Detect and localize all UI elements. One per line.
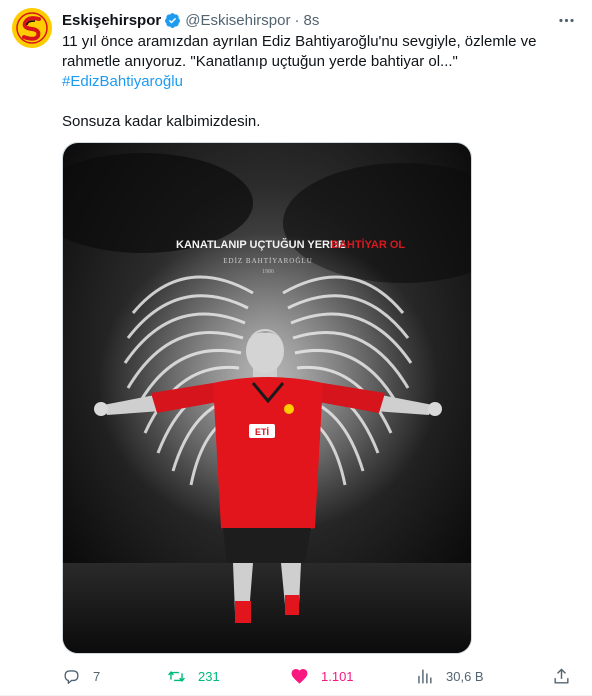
retweet-button[interactable]: 231 bbox=[167, 664, 220, 688]
heart-filled-icon bbox=[291, 668, 308, 684]
tweet-line: 11 yıl önce aramızdan ayrılan Ediz Bahti… bbox=[62, 33, 537, 50]
views-chart-icon bbox=[418, 668, 432, 684]
tweet-actions: 7 231 1.101 30,6 B bbox=[62, 664, 574, 688]
share-icon bbox=[554, 668, 569, 684]
retweet-count: 231 bbox=[198, 668, 220, 684]
hashtag-link[interactable]: #EdizBahtiyaroğlu bbox=[62, 72, 562, 92]
tweet: Eskişehirspor @Eskisehirspor · 8s 11 yıl… bbox=[0, 0, 592, 696]
tweet-time[interactable]: 8s bbox=[303, 12, 319, 29]
headline-text: KANATLANIP UÇTUĞUN YERDE bbox=[176, 238, 345, 251]
eskisehirspor-logo-icon bbox=[12, 8, 52, 48]
share-button[interactable] bbox=[552, 664, 571, 688]
reply-button[interactable]: 7 bbox=[62, 664, 100, 688]
memorial-image: KANATLANIP UÇTUĞUN YERDE BAHTİYAR OL EDİ… bbox=[63, 143, 471, 653]
more-options-button[interactable] bbox=[554, 8, 578, 32]
tweet-image[interactable]: KANATLANIP UÇTUĞUN YERDE BAHTİYAR OL EDİ… bbox=[62, 142, 472, 654]
headline-accent-text: BAHTİYAR OL bbox=[331, 238, 405, 251]
views-button[interactable]: 30,6 B bbox=[415, 664, 484, 688]
reply-count: 7 bbox=[93, 668, 101, 684]
tweet-line: Sonsuza kadar kalbimizdesin. bbox=[62, 113, 261, 130]
tweet-line: rahmetle anıyoruz. "Kanatlanıp uçtuğun y… bbox=[62, 53, 458, 70]
tweet-header: Eskişehirspor @Eskisehirspor · 8s bbox=[62, 10, 319, 30]
year-text: 1986 bbox=[262, 269, 274, 275]
views-count: 30,6 B bbox=[446, 668, 484, 684]
tweet-text: 11 yıl önce aramızdan ayrılan Ediz Bahti… bbox=[62, 32, 562, 132]
author-handle[interactable]: @Eskisehirspor bbox=[185, 12, 290, 29]
retweet-icon bbox=[168, 670, 185, 682]
sponsor-text: ETİ bbox=[255, 427, 269, 437]
like-button[interactable]: 1.101 bbox=[290, 664, 354, 688]
avatar[interactable] bbox=[12, 8, 52, 48]
more-dots-icon bbox=[558, 18, 574, 22]
verified-badge-icon bbox=[165, 12, 181, 28]
author-name[interactable]: Eskişehirspor bbox=[62, 12, 161, 29]
like-count: 1.101 bbox=[321, 668, 354, 684]
separator-dot: · bbox=[294, 11, 300, 29]
reply-icon bbox=[64, 669, 79, 684]
player-name-text: EDİZ BAHTİYAROĞLU bbox=[223, 257, 313, 265]
